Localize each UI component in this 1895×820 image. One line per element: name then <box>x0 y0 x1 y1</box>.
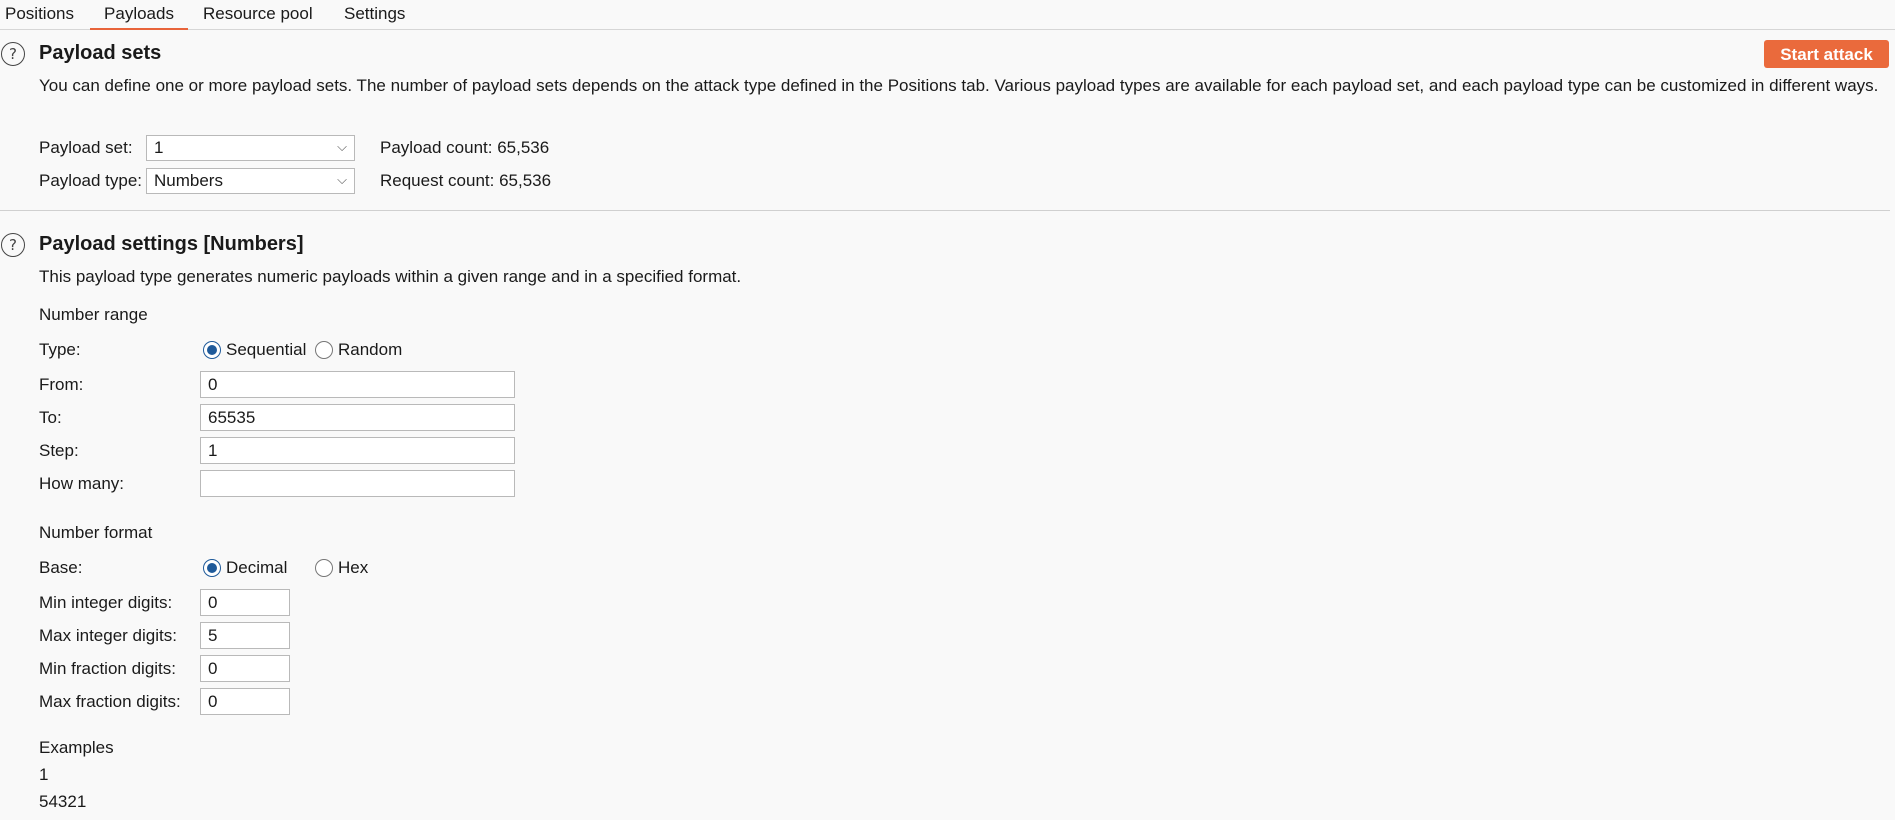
from-label: From: <box>39 375 84 394</box>
chevron-down-icon: ⌵ <box>337 140 347 155</box>
step-label: Step: <box>39 441 79 460</box>
tab-bar: Positions Payloads Resource pool Setting… <box>0 0 1895 30</box>
payload-set-select[interactable]: 1 ⌵ <box>146 135 355 161</box>
to-input[interactable]: 65535 <box>200 404 515 431</box>
payload-type-select[interactable]: Numbers ⌵ <box>146 168 355 194</box>
example-value: 1 <box>39 765 49 784</box>
random-label[interactable]: Random <box>338 340 402 360</box>
chevron-down-icon: ⌵ <box>337 173 347 188</box>
payload-count: Payload count: 65,536 <box>380 138 550 157</box>
max-fraction-digits-input[interactable]: 0 <box>200 688 290 715</box>
payload-settings-description: This payload type generates numeric payl… <box>39 267 742 286</box>
min-fraction-digits-label: Min fraction digits: <box>39 659 176 678</box>
hex-label[interactable]: Hex <box>338 558 368 578</box>
decimal-label[interactable]: Decimal <box>226 558 287 578</box>
how-many-label: How many: <box>39 474 125 493</box>
request-count: Request count: 65,536 <box>380 171 552 190</box>
max-integer-digits-label: Max integer digits: <box>39 626 177 645</box>
payload-type-label: Payload type: <box>39 171 143 190</box>
payload-settings-title: Payload settings [Numbers] <box>39 233 304 255</box>
tab-settings[interactable]: Settings <box>344 0 405 28</box>
number-format-heading: Number format <box>39 523 153 542</box>
step-input[interactable]: 1 <box>200 437 515 464</box>
how-many-input[interactable] <box>200 470 515 497</box>
examples-heading: Examples <box>39 738 114 757</box>
number-range-heading: Number range <box>39 305 148 324</box>
max-fraction-digits-label: Max fraction digits: <box>39 692 181 711</box>
example-value: 54321 <box>39 792 87 811</box>
from-input[interactable]: 0 <box>200 371 515 398</box>
min-integer-digits-input[interactable]: 0 <box>200 589 290 616</box>
section-divider <box>0 210 1890 211</box>
tab-positions[interactable]: Positions <box>5 0 74 28</box>
sequential-radio[interactable] <box>203 341 221 359</box>
help-icon[interactable]: ? <box>1 42 25 66</box>
tab-resource-pool[interactable]: Resource pool <box>203 0 313 28</box>
sequential-label[interactable]: Sequential <box>226 340 306 360</box>
decimal-radio[interactable] <box>203 559 221 577</box>
range-type-label: Type: <box>39 340 81 359</box>
min-fraction-digits-input[interactable]: 0 <box>200 655 290 682</box>
help-icon[interactable]: ? <box>1 233 25 257</box>
payload-set-label: Payload set: <box>39 138 133 157</box>
base-label: Base: <box>39 558 83 577</box>
to-label: To: <box>39 408 62 427</box>
max-integer-digits-input[interactable]: 5 <box>200 622 290 649</box>
payload-sets-description: You can define one or more payload sets.… <box>39 76 1879 95</box>
payload-sets-title: Payload sets <box>39 42 162 64</box>
payload-set-value: 1 <box>154 138 164 157</box>
payload-type-value: Numbers <box>154 171 223 190</box>
start-attack-button[interactable]: Start attack <box>1764 40 1889 68</box>
hex-radio[interactable] <box>315 559 333 577</box>
min-integer-digits-label: Min integer digits: <box>39 593 173 612</box>
random-radio[interactable] <box>315 341 333 359</box>
tab-payloads[interactable]: Payloads <box>90 0 188 30</box>
